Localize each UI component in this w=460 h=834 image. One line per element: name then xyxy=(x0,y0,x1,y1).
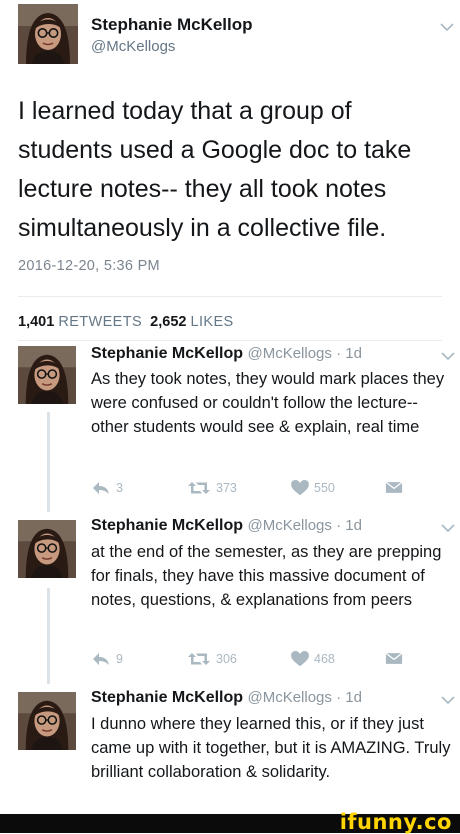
reply-text: at the end of the semester, as they are … xyxy=(91,543,442,609)
reply-button[interactable]: 3 xyxy=(91,480,123,496)
like-count: 468 xyxy=(314,652,335,666)
like-label[interactable]: LIKES xyxy=(190,314,233,330)
reply-actions: 3 373 550 xyxy=(91,480,411,498)
heart-icon xyxy=(291,651,309,667)
avatar-image xyxy=(18,520,76,578)
ifunny-watermark: ifunny.co xyxy=(339,810,452,834)
author-handle[interactable]: @McKellogs xyxy=(91,38,175,55)
like-button[interactable]: 550 xyxy=(291,480,335,496)
retweet-icon xyxy=(187,480,211,496)
envelope-icon xyxy=(385,480,403,495)
author-name[interactable]: Stephanie McKellop xyxy=(91,15,253,35)
reply-author: Stephanie McKellop @McKellogs · 1d xyxy=(91,517,362,535)
retweet-icon xyxy=(187,651,211,667)
chevron-down-icon[interactable] xyxy=(441,695,455,705)
dm-button[interactable] xyxy=(385,651,403,666)
reply-icon xyxy=(91,480,111,496)
chevron-down-icon[interactable] xyxy=(441,351,455,361)
reply-author-name[interactable]: Stephanie McKellop xyxy=(91,517,243,534)
retweet-label[interactable]: RETWEETS xyxy=(58,314,142,330)
reply-text: As they took notes, they would mark plac… xyxy=(91,370,445,436)
like-count[interactable]: 2,652 xyxy=(150,314,186,330)
retweet-count: 306 xyxy=(216,652,237,666)
reply-count: 3 xyxy=(116,481,123,495)
reply-author-meta[interactable]: @McKellogs · 1d xyxy=(247,345,361,362)
reply-avatar[interactable] xyxy=(18,520,76,578)
like-button[interactable]: 468 xyxy=(291,651,335,667)
reply-author-meta[interactable]: @McKellogs · 1d xyxy=(247,689,361,706)
reply-author-meta[interactable]: @McKellogs · 1d xyxy=(247,517,361,534)
screenshot: { "main_tweet": { "author_name": "Stepha… xyxy=(0,0,460,834)
envelope-icon xyxy=(385,651,403,666)
like-count: 550 xyxy=(314,481,335,495)
reply-author: Stephanie McKellop @McKellogs · 1d xyxy=(91,345,362,363)
dm-button[interactable] xyxy=(385,480,403,495)
thread-line xyxy=(47,412,50,512)
divider xyxy=(18,340,442,341)
avatar-image xyxy=(18,4,78,64)
thread-line xyxy=(47,588,50,684)
retweet-count[interactable]: 1,401 xyxy=(18,314,54,330)
reply-avatar[interactable] xyxy=(18,692,76,750)
avatar-image xyxy=(18,346,76,404)
retweet-count: 373 xyxy=(216,481,237,495)
tweet-text: I learned today that a group of students… xyxy=(18,97,412,242)
retweet-button[interactable]: 306 xyxy=(187,651,237,667)
reply-author-name[interactable]: Stephanie McKellop xyxy=(91,345,243,362)
reply-actions: 9 306 468 xyxy=(91,651,411,669)
reply-author: Stephanie McKellop @McKellogs · 1d xyxy=(91,689,362,707)
chevron-down-icon[interactable] xyxy=(441,523,455,533)
reply-button[interactable]: 9 xyxy=(91,651,123,667)
watermark-bar: ifunny.co xyxy=(0,810,460,834)
reply-avatar[interactable] xyxy=(18,346,76,404)
reply-icon xyxy=(91,651,111,667)
reply-count: 9 xyxy=(116,652,123,666)
reply-author-name[interactable]: Stephanie McKellop xyxy=(91,689,243,706)
divider xyxy=(18,296,442,297)
tweet-timestamp: 2016-12-20, 5:36 PM xyxy=(18,258,160,274)
author-avatar[interactable] xyxy=(18,4,78,64)
heart-icon xyxy=(291,480,309,496)
tweet-stats: 1,401 RETWEETS 2,652 LIKES xyxy=(18,314,234,330)
avatar-image xyxy=(18,692,76,750)
chevron-down-icon[interactable] xyxy=(440,22,454,32)
reply-text: I dunno where they learned this, or if t… xyxy=(91,715,451,781)
retweet-button[interactable]: 373 xyxy=(187,480,237,496)
